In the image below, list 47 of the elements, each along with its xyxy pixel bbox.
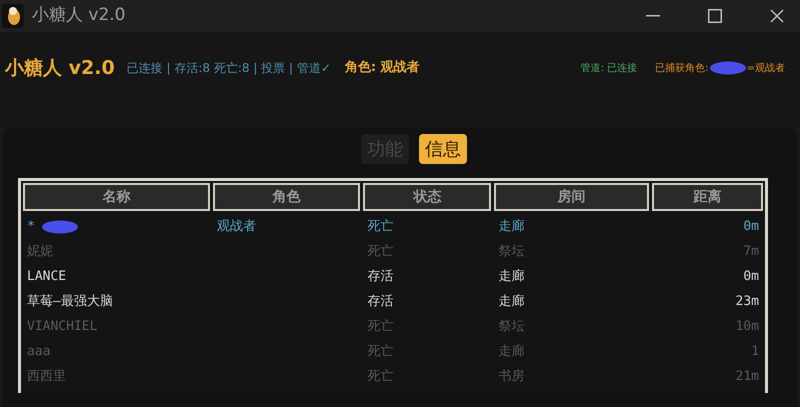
column-header: 距离: [652, 183, 764, 211]
minimize-icon: [646, 15, 660, 17]
table-cell: 死亡: [367, 368, 394, 384]
table-cell: 死亡: [367, 218, 394, 234]
role-label: 角色: 观战者: [344, 59, 420, 78]
table-cell: 23m: [736, 294, 760, 309]
table-cell: 书房: [498, 368, 524, 384]
pipe-status: 管道: 已连接: [580, 62, 638, 76]
column-header: 名称: [23, 183, 210, 211]
table-cell: 7m: [743, 244, 760, 259]
table-cell: 祭坛: [498, 318, 524, 334]
table-cell: 存活: [367, 268, 394, 284]
table-cell: 存活: [367, 294, 394, 309]
close-icon: [770, 9, 784, 23]
table-cell: 走廊: [498, 294, 524, 309]
column-header: 角色: [212, 183, 360, 211]
table-cell-text: *: [27, 218, 35, 236]
table-cell: 走廊: [498, 218, 524, 234]
column-header: 房间: [494, 183, 649, 211]
table-cell: 死亡: [367, 244, 394, 259]
table-cell: 0m: [743, 218, 760, 234]
table-cell: 死亡: [367, 318, 394, 334]
table-cell-text: 妮妮: [27, 242, 53, 261]
table-cell: 观战者: [216, 218, 256, 234]
table-cell: 1: [751, 344, 760, 359]
table-cell: 走廊: [498, 268, 524, 284]
table-cell-text: 草莓–最强大脑: [27, 292, 113, 311]
maximize-icon: [708, 9, 722, 23]
captured-label: 已捕获角色:: [655, 62, 709, 76]
table-cell: 10m: [736, 318, 760, 334]
table-cell: 走廊: [498, 344, 524, 359]
table-cell: 祭坛: [498, 244, 524, 259]
window-title: 小糖人 v2.0: [32, 4, 126, 28]
app-name: 小糖人 v2.0: [5, 56, 115, 81]
tab[interactable]: 信息: [419, 134, 467, 164]
captured-role: =观战者: [746, 62, 785, 76]
redaction-mark: [708, 61, 747, 75]
table-cell-text: aaa: [27, 342, 50, 361]
table-cell: 0m: [743, 268, 760, 284]
column-header: 状态: [363, 183, 492, 211]
table-cell-text: LANCE: [27, 268, 66, 286]
candy-figure-icon: [2, 4, 24, 28]
status-line: 已连接 | 存活:8 死亡:8 | 投票 | 管道✓: [126, 60, 331, 77]
table-cell: 21m: [736, 368, 760, 384]
table-cell: 死亡: [367, 344, 394, 359]
table-cell-text: VIANCHIEL: [27, 318, 98, 336]
table-cell-text: 西西里: [27, 368, 66, 386]
